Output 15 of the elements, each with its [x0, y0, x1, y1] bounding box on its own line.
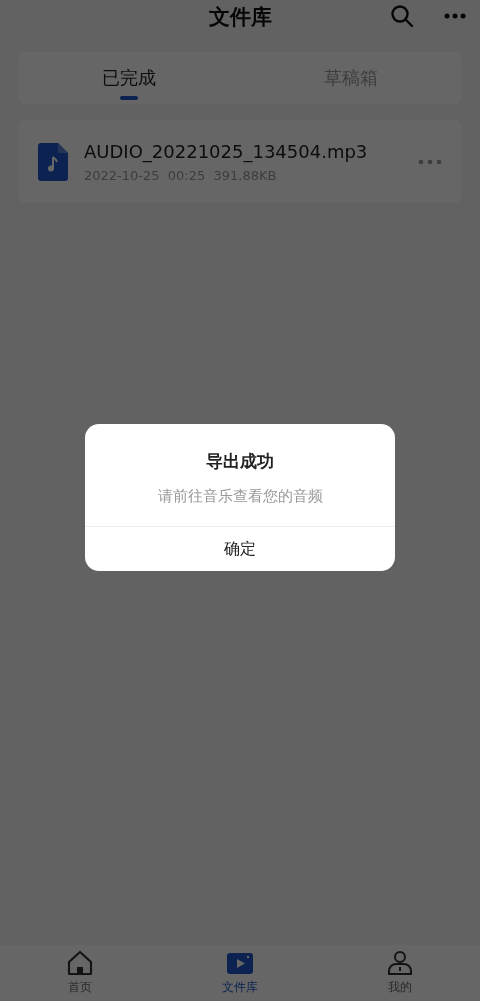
nav-item[interactable]: 文件库 [160, 945, 320, 1001]
dialog-title: 导出成功 [206, 450, 274, 473]
person-icon [386, 949, 414, 977]
file-name: AUDIO_20221025_134504.mp3 [84, 140, 369, 162]
page-title: 文件库 [208, 4, 272, 31]
search-icon[interactable] [390, 4, 414, 28]
tab[interactable]: 已完成 [18, 52, 240, 104]
more-icon[interactable] [444, 13, 466, 19]
audio-file-icon [38, 142, 68, 181]
home-icon [66, 949, 94, 977]
confirm-button[interactable]: 确定 [85, 526, 395, 571]
nav-item[interactable]: 首页 [0, 945, 160, 1001]
nav-item[interactable]: 我的 [320, 945, 480, 1001]
more-icon[interactable] [418, 158, 442, 165]
dialog-message: 请前往音乐查看您的音频 [157, 487, 323, 506]
